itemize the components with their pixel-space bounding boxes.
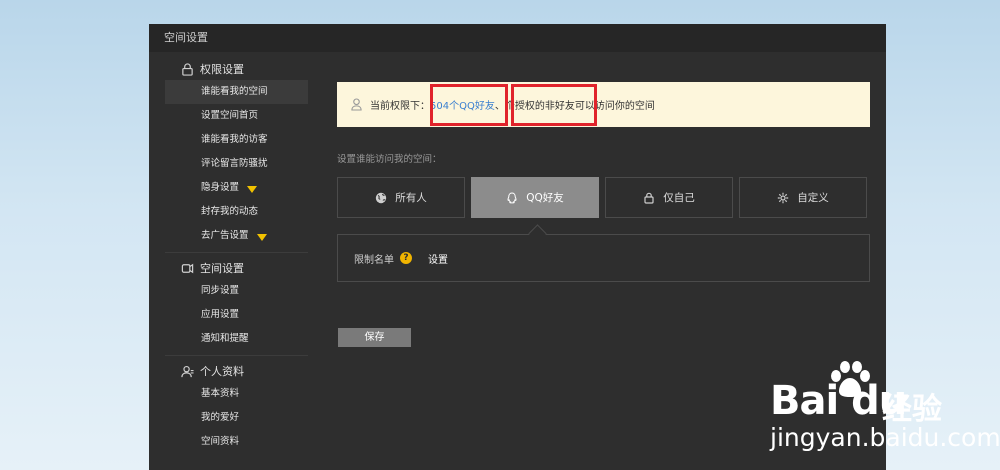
restrict-panel: 限制名单 ? 设置 (337, 234, 870, 282)
sidebar-group-profile[interactable]: 个人资料 (165, 360, 308, 382)
tab-everyone[interactable]: 所有人 (337, 177, 465, 218)
person-icon (351, 98, 362, 111)
sidebar-group-space[interactable]: 空间设置 (165, 257, 308, 279)
globe-icon (376, 192, 387, 203)
permission-notice: 当前权限下： 504个QQ好友、个授权的非好友 可以访问你的空间 (337, 82, 870, 127)
sidebar-item-apps[interactable]: 应用设置 (165, 303, 308, 327)
sidebar-item-who-can-view[interactable]: 谁能看我的空间 (165, 80, 308, 104)
tab-custom[interactable]: 自定义 (739, 177, 867, 218)
divider (165, 252, 308, 253)
sidebar-group-label: 权限设置 (200, 63, 244, 76)
sidebar-item-anti-spam[interactable]: 评论留言防骚扰 (165, 152, 308, 176)
help-icon[interactable]: ? (400, 252, 412, 264)
tab-label: QQ好友 (526, 192, 564, 204)
lock-icon (182, 62, 193, 76)
access-caption: 设置谁能访问我的空间： (337, 154, 442, 165)
highlight-box-authorized (511, 84, 597, 126)
save-button[interactable]: 保存 (338, 328, 411, 347)
tab-label: 自定义 (797, 192, 829, 204)
qq-icon (507, 191, 517, 203)
diamond-icon (247, 185, 258, 193)
sidebar-group-label: 个人资料 (200, 365, 244, 378)
sidebar-group-label: 空间设置 (200, 262, 244, 275)
tab-qq-friends[interactable]: QQ好友 (471, 177, 599, 218)
tab-only-me[interactable]: 仅自己 (605, 177, 733, 218)
sidebar-item-invisible[interactable]: 隐身设置 (165, 176, 308, 200)
access-tabs: 所有人 QQ好友 仅自己 自定义 (337, 177, 873, 218)
gear-icon (778, 192, 789, 203)
sidebar-item-visitors[interactable]: 谁能看我的访客 (165, 128, 308, 152)
diamond-icon (256, 233, 267, 241)
lock-icon (644, 192, 654, 204)
profile-icon (181, 365, 194, 377)
sidebar-group-permissions[interactable]: 权限设置 (165, 58, 308, 80)
sidebar-item-archive[interactable]: 封存我的动态 (165, 200, 308, 224)
window-title: 空间设置 (149, 24, 886, 52)
sidebar-item-space-info[interactable]: 空间资料 (165, 430, 308, 454)
baidu-watermark: Bai du 经验 jingyan.baidu.com (770, 360, 1000, 464)
tab-label: 所有人 (395, 192, 427, 204)
notice-prefix: 当前权限下： (370, 101, 430, 112)
sidebar-item-no-ads[interactable]: 去广告设置 (165, 224, 308, 248)
sidebar-item-basic-info[interactable]: 基本资料 (165, 382, 308, 406)
restrict-settings-link[interactable]: 设置 (428, 251, 448, 266)
space-icon (181, 263, 194, 273)
sidebar-item-homepage[interactable]: 设置空间首页 (165, 104, 308, 128)
divider (165, 355, 308, 356)
sidebar-item-sync[interactable]: 同步设置 (165, 279, 308, 303)
sidebar-item-hobbies[interactable]: 我的爱好 (165, 406, 308, 430)
restrict-label: 限制名单 (354, 254, 394, 266)
tab-label: 仅自己 (663, 192, 695, 204)
sidebar: 权限设置 谁能看我的空间 设置空间首页 谁能看我的访客 评论留言防骚扰 隐身设置… (165, 58, 308, 454)
highlight-box-friends (430, 84, 508, 126)
sidebar-item-notifications[interactable]: 通知和提醒 (165, 327, 308, 351)
watermark-url: jingyan.baidu.com (770, 423, 1000, 452)
watermark-cn: 经验 (882, 392, 942, 427)
